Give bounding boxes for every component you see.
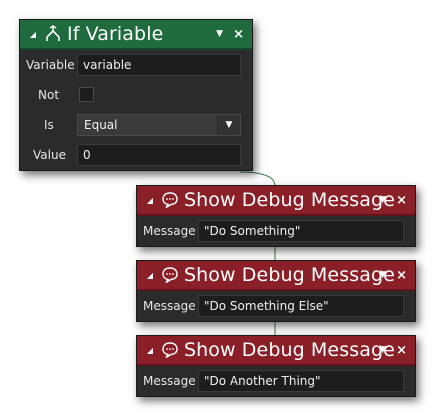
block-title: Show Debug Message	[184, 264, 395, 286]
not-checkbox[interactable]	[79, 87, 94, 102]
if-variable-icon	[42, 23, 64, 45]
debug-header[interactable]: ◢ Show Debug Message ▼ ×	[137, 261, 415, 291]
is-label: Is	[44, 118, 54, 132]
value-row: Value 0	[20, 140, 252, 170]
value-field[interactable]: 0	[77, 144, 241, 166]
message-label: Message	[143, 299, 196, 313]
close-icon[interactable]: ×	[233, 27, 244, 42]
value-label: Value	[33, 148, 66, 162]
block-menu-arrow-icon[interactable]: ▼	[379, 345, 386, 355]
if-variable-block[interactable]: ◢ If Variable ▼ × Variable variable Not …	[19, 19, 253, 171]
message-label: Message	[143, 224, 196, 238]
collapse-triangle-icon[interactable]: ◢	[26, 30, 40, 39]
message-row: Message "Do Something Else"	[137, 291, 415, 321]
not-label: Not	[38, 88, 60, 102]
block-menu-arrow-icon[interactable]: ▼	[216, 29, 223, 39]
close-icon[interactable]: ×	[396, 193, 407, 208]
show-debug-message-block[interactable]: ◢ Show Debug Message ▼ × Message "Do Ano…	[136, 335, 416, 397]
message-row: Message "Do Another Thing"	[137, 366, 415, 396]
message-row: Message "Do Something"	[137, 216, 415, 246]
collapse-triangle-icon[interactable]: ◢	[143, 271, 157, 280]
message-field[interactable]: "Do Something Else"	[198, 295, 404, 317]
speech-bubble-icon	[159, 339, 181, 361]
speech-bubble-icon	[159, 264, 181, 286]
show-debug-message-block[interactable]: ◢ Show Debug Message ▼ × Message "Do Som…	[136, 185, 416, 247]
not-row: Not	[20, 80, 252, 110]
message-field[interactable]: "Do Another Thing"	[198, 370, 404, 392]
is-select[interactable]: Equal ▼	[77, 114, 241, 136]
variable-row: Variable variable	[20, 50, 252, 80]
speech-bubble-icon	[159, 189, 181, 211]
block-title: If Variable	[67, 23, 164, 45]
debug-header[interactable]: ◢ Show Debug Message ▼ ×	[137, 336, 415, 366]
block-menu-arrow-icon[interactable]: ▼	[379, 270, 386, 280]
variable-field[interactable]: variable	[77, 54, 241, 76]
is-row: Is Equal ▼	[20, 110, 252, 140]
debug-header[interactable]: ◢ Show Debug Message ▼ ×	[137, 186, 415, 216]
collapse-triangle-icon[interactable]: ◢	[143, 346, 157, 355]
block-title: Show Debug Message	[184, 189, 395, 211]
chevron-down-icon[interactable]: ▼	[217, 115, 240, 135]
block-menu-arrow-icon[interactable]: ▼	[379, 195, 386, 205]
close-icon[interactable]: ×	[396, 343, 407, 358]
is-select-value: Equal	[84, 118, 118, 132]
show-debug-message-block[interactable]: ◢ Show Debug Message ▼ × Message "Do Som…	[136, 260, 416, 322]
if-variable-header[interactable]: ◢ If Variable ▼ ×	[20, 20, 252, 50]
message-field[interactable]: "Do Something"	[198, 220, 404, 242]
message-label: Message	[143, 374, 196, 388]
block-title: Show Debug Message	[184, 339, 395, 361]
collapse-triangle-icon[interactable]: ◢	[143, 196, 157, 205]
close-icon[interactable]: ×	[396, 268, 407, 283]
variable-label: Variable	[26, 58, 75, 72]
